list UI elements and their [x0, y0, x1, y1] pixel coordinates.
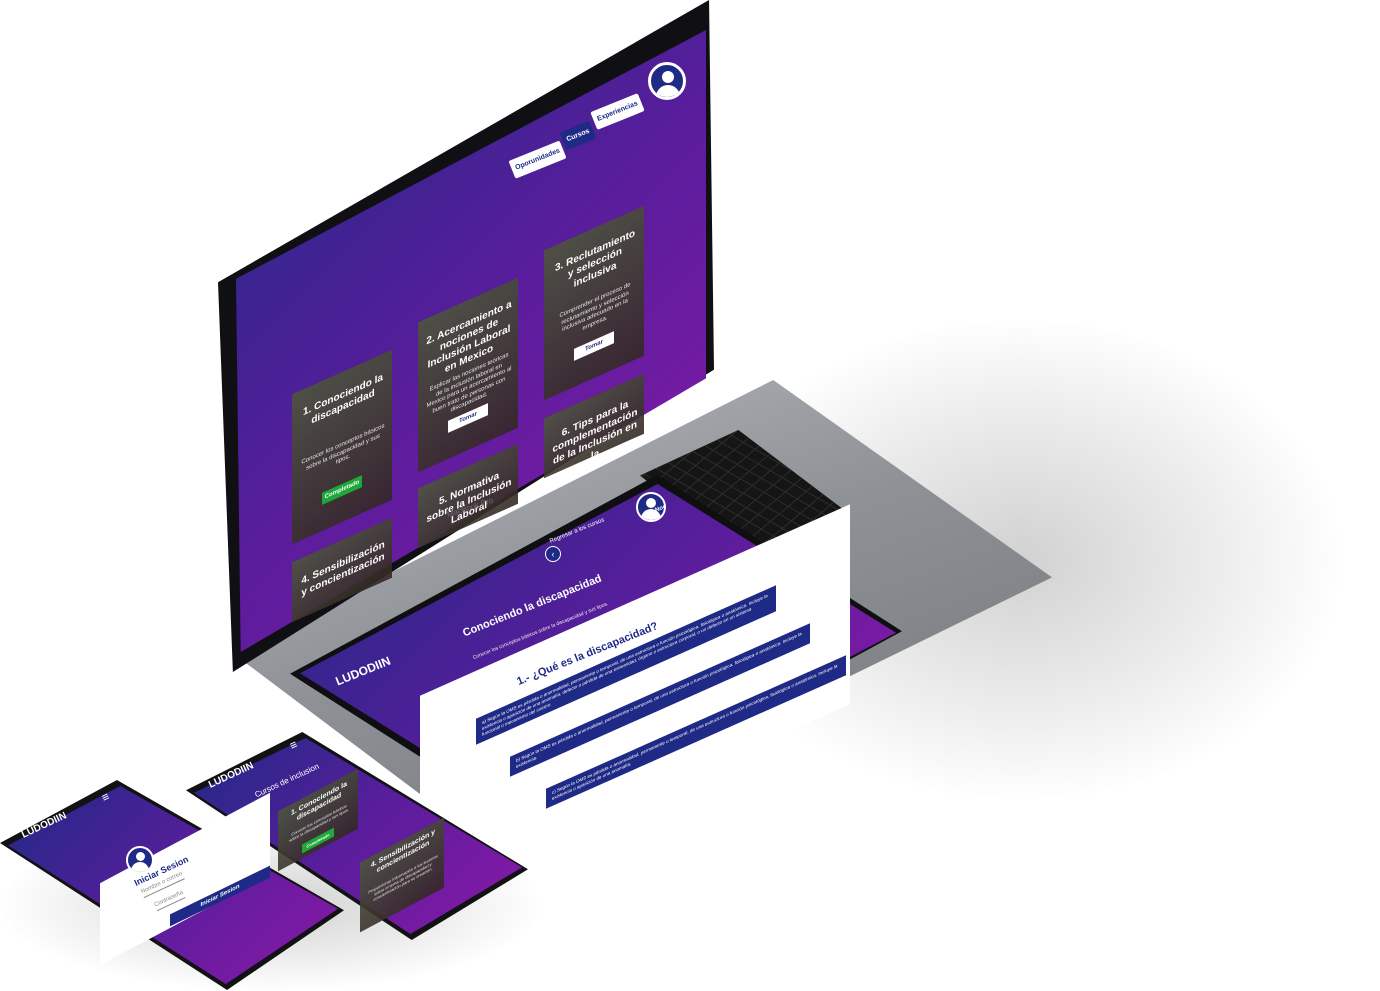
- laptop-avatar-icon[interactable]: [648, 62, 686, 100]
- laptop-logo[interactable]: LUDODIIN: [37, 249, 115, 291]
- laptop-username: Jas Noe: [409, 71, 438, 88]
- back-arrow-icon[interactable]: ‹: [545, 546, 561, 562]
- laptop-section-title: Cursos de inclusion: [187, 179, 299, 236]
